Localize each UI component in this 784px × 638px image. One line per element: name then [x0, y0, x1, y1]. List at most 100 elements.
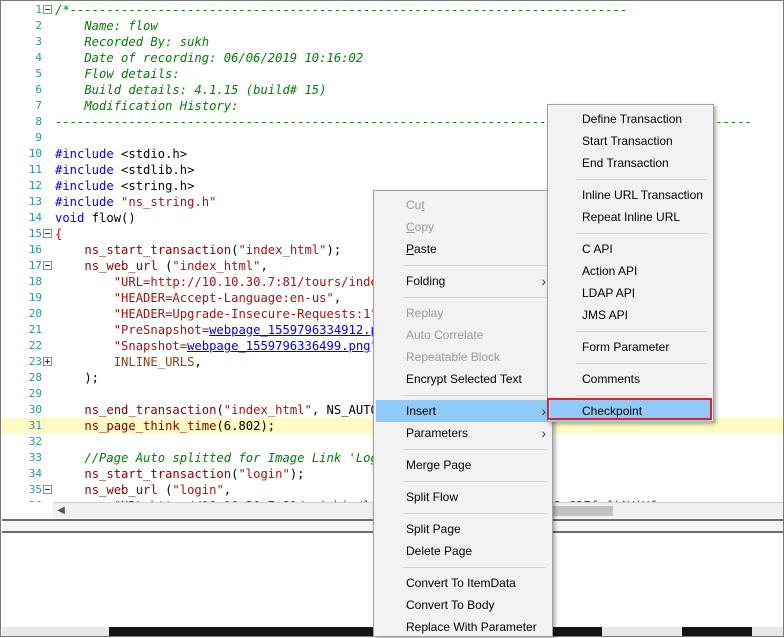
code-token: "PreSnapshot=: [113, 323, 210, 337]
checkpoint-highlight-box: [547, 398, 712, 420]
menu-item-label: Parameters: [406, 426, 469, 440]
code-token: "Snapshot=: [113, 339, 188, 353]
menu-item-cut[interactable]: Cut: [376, 194, 550, 216]
code-line[interactable]: 5 Flow details:: [2, 66, 783, 82]
menu-item-parameters[interactable]: Parameters ›: [376, 422, 550, 444]
menu-item-insert[interactable]: Insert ›: [376, 400, 550, 422]
menu-item-copy[interactable]: Copy: [376, 216, 550, 238]
line-number: 21: [28, 323, 42, 336]
code-token: (6.802);: [216, 419, 276, 433]
menu-separator: [576, 395, 707, 396]
menu-item-encrypt-selected-text[interactable]: Encrypt Selected Text: [376, 368, 550, 390]
submenu-arrow-icon: ›: [541, 403, 546, 419]
code-line[interactable]: 3 Recorded By: sukh: [2, 34, 783, 50]
code-token: ns_start_transaction: [84, 243, 232, 257]
collapse-icon[interactable]: [43, 261, 52, 270]
scroll-left-icon[interactable]: ◀: [55, 505, 67, 517]
line-number: 10: [28, 147, 42, 160]
menu-item-ldap-api[interactable]: LDAP API: [550, 282, 711, 304]
menu-item-label: Define Transaction: [582, 112, 683, 126]
code-line[interactable]: 4 Date of recording: 06/06/2019 10:16:02: [2, 50, 783, 66]
code-token: ,: [333, 291, 342, 305]
menu-separator: [402, 513, 546, 514]
menu-item-label: Start Transaction: [582, 134, 673, 148]
line-number: 12: [28, 179, 42, 192]
collapse-icon[interactable]: [43, 485, 52, 494]
line-number: 28: [28, 371, 42, 384]
line-number: 32: [28, 435, 42, 448]
code-token: "HEADER=Upgrade-Insecure-Requests:1": [113, 307, 378, 321]
menu-item-comments[interactable]: Comments: [550, 368, 711, 390]
code-text: {: [55, 226, 62, 242]
code-token: INLINE_URLS: [113, 355, 195, 369]
line-number: 8: [35, 115, 42, 128]
menu-item-auto-correlate[interactable]: Auto Correlate: [376, 324, 550, 346]
code-token: "URL=http://10.10.30.7:81/tours/index.h: [113, 275, 400, 289]
menu-item-end-transaction[interactable]: End Transaction: [550, 152, 711, 174]
context-menu: Cut Copy Paste Folding › Replay Auto Correlate…: [373, 190, 553, 637]
menu-item-jms-api[interactable]: JMS API: [550, 304, 711, 326]
menu-item-replace-with-parameter[interactable]: Replace With Parameter: [376, 616, 550, 638]
menu-item-c-api[interactable]: C API: [550, 238, 711, 260]
menu-item-convert-to-itemdata[interactable]: Convert To ItemData: [376, 572, 550, 594]
code-text: ns_start_transaction("index_html");: [55, 242, 341, 258]
menu-item-label: Convert To Body: [406, 598, 495, 612]
code-token: ,: [260, 259, 268, 273]
code-line[interactable]: 6 Build details: 4.1.15 (build# 15): [2, 82, 783, 98]
code-token: ,: [194, 355, 202, 369]
line-number: 4: [35, 51, 42, 64]
scrollbar-thumb[interactable]: [553, 506, 613, 516]
code-line[interactable]: 2 Name: flow: [2, 18, 783, 34]
menu-item-delete-page[interactable]: Delete Page: [376, 540, 550, 562]
menu-item-folding[interactable]: Folding ›: [376, 270, 550, 292]
code-token: ,: [223, 483, 232, 497]
code-text: "HEADER=Accept-Language:en-us",: [55, 290, 341, 306]
collapse-icon[interactable]: [43, 229, 52, 238]
menu-item-paste[interactable]: Paste: [376, 238, 550, 260]
menu-item-split-page[interactable]: Split Page: [376, 518, 550, 540]
menu-item-repeat-inline-url[interactable]: Repeat Inline URL: [550, 206, 711, 228]
code-text: #include "ns_string.h": [55, 194, 216, 210]
menu-separator: [402, 567, 546, 568]
line-number: 33: [28, 451, 42, 464]
code-token: Flow details:: [55, 67, 180, 81]
code-line[interactable]: 1 /*-------------------------------------…: [2, 2, 783, 18]
bottom-scrollbar-segment[interactable]: [682, 627, 752, 636]
menu-item-split-flow[interactable]: Split Flow: [376, 486, 550, 508]
code-token: ns_web_url: [84, 483, 158, 497]
menu-item-label: Convert To ItemData: [406, 576, 516, 590]
menu-item-merge-page[interactable]: Merge Page: [376, 454, 550, 476]
menu-item-define-transaction[interactable]: Define Transaction: [550, 108, 711, 130]
menu-item-replay[interactable]: Replay: [376, 302, 550, 324]
code-token[interactable]: webpage_1559796334912.png: [209, 323, 392, 337]
code-text: ns_start_transaction("login");: [55, 466, 304, 482]
code-text: Build details: 4.1.15 (build# 15): [55, 82, 326, 98]
line-number: 1: [35, 3, 42, 16]
code-text: ns_web_url ("login",: [55, 482, 231, 498]
menu-item-label: Replay: [406, 306, 444, 320]
collapse-icon[interactable]: [43, 5, 52, 14]
code-text: INLINE_URLS,: [55, 354, 202, 370]
menu-item-convert-to-body[interactable]: Convert To Body: [376, 594, 550, 616]
menu-item-form-parameter[interactable]: Form Parameter: [550, 336, 711, 358]
expand-icon[interactable]: [43, 357, 52, 366]
menu-item-repeatable-block[interactable]: Repeatable Block: [376, 346, 550, 368]
code-token: void: [55, 211, 85, 225]
code-token: (: [216, 403, 224, 417]
menu-item-action-api[interactable]: Action API: [550, 260, 711, 282]
menu-item-inline-url-transaction[interactable]: Inline URL Transaction: [550, 184, 711, 206]
code-token[interactable]: webpage_1559796336499.png: [187, 339, 370, 353]
menu-item-start-transaction[interactable]: Start Transaction: [550, 130, 711, 152]
code-text: Flow details:: [55, 66, 180, 82]
code-token: "ns_string.h": [121, 195, 217, 209]
menu-item-label: JMS API: [582, 308, 629, 322]
line-number: 30: [28, 403, 42, 416]
